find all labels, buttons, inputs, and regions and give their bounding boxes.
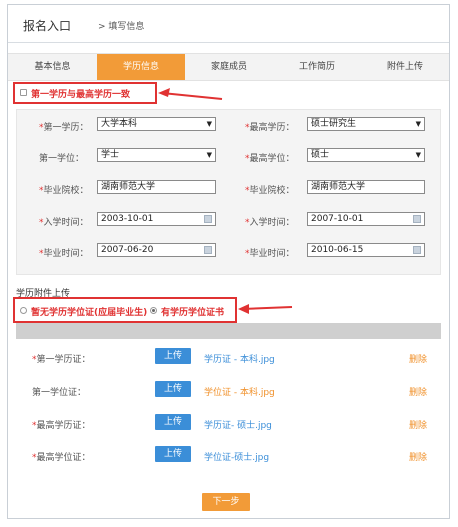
chevron-down-icon: ▼ <box>415 120 421 128</box>
highest-degree-select[interactable]: 硕士 ▼ <box>307 148 425 162</box>
upload-row-first-diploma: *第一学历证： 上传 学历证 - 本科.jpg 删除 <box>16 348 441 368</box>
attachment-header-bar <box>16 323 441 339</box>
upload-row-highest-diploma: *最高学历证： 上传 学历证- 硕士.jpg 删除 <box>16 414 441 434</box>
upload-button[interactable]: 上传 <box>155 446 191 462</box>
upload-row-first-degree: 第一学位证： 上传 学位证 - 本科.jpg 删除 <box>16 381 441 401</box>
first-degree-label: 第一学位： <box>39 154 85 164</box>
file-link[interactable]: 学位证 - 本科.jpg <box>204 385 275 398</box>
graduation-date-input-1[interactable]: 2007-06-20 <box>97 243 216 257</box>
same-degree-checkbox[interactable] <box>20 89 27 96</box>
chevron-down-icon: ▼ <box>206 120 212 128</box>
chevron-down-icon: ▼ <box>415 151 421 159</box>
first-education-label: *第一学历： <box>39 123 89 133</box>
delete-link[interactable]: 删除 <box>409 418 427 431</box>
application-form-frame: 报名入口 > 填写信息 基本信息 学历信息 家庭成员 工作简历 附件上传 第一学… <box>7 4 450 519</box>
upload-button[interactable]: 上传 <box>155 414 191 430</box>
delete-link[interactable]: 删除 <box>409 385 427 398</box>
breadcrumb-current: > 填写信息 <box>98 22 145 32</box>
tab-family-members[interactable]: 家庭成员 <box>185 54 273 80</box>
graduation-date-input-2[interactable]: 2010-06-15 <box>307 243 425 257</box>
enroll-date-input-2[interactable]: 2007-10-01 <box>307 212 425 226</box>
graduate-school-input-2[interactable]: 湖南师范大学 <box>307 180 425 194</box>
highest-degree-label: *最高学位： <box>245 154 295 164</box>
same-degree-label: 第一学历与最高学历一致 <box>31 90 131 100</box>
delete-link[interactable]: 删除 <box>409 352 427 365</box>
upload-label: 第一学位证： <box>32 388 87 398</box>
upload-label: *最高学位证： <box>32 453 91 463</box>
upload-label: *最高学历证： <box>32 421 91 431</box>
red-arrow-icon <box>238 304 293 314</box>
upload-row-highest-degree: *最高学位证： 上传 学位证-硕士.jpg 删除 <box>16 446 441 466</box>
tab-attachments[interactable]: 附件上传 <box>361 54 449 80</box>
file-link[interactable]: 学历证 - 本科.jpg <box>204 352 275 365</box>
next-step-button[interactable]: 下一步 <box>202 493 250 511</box>
calendar-icon[interactable] <box>413 215 421 223</box>
breadcrumb-root[interactable]: 报名入口 <box>23 17 71 34</box>
graduate-school-label-2: *毕业院校： <box>245 186 295 196</box>
calendar-icon[interactable] <box>204 246 212 254</box>
first-degree-select[interactable]: 学士 ▼ <box>97 148 216 162</box>
graduate-school-label-1: *毕业院校： <box>39 186 89 196</box>
graduate-school-input-1[interactable]: 湖南师范大学 <box>97 180 216 194</box>
red-arrow-icon <box>158 88 223 100</box>
calendar-icon[interactable] <box>204 215 212 223</box>
delete-link[interactable]: 删除 <box>409 450 427 463</box>
enroll-date-label-1: *入学时间： <box>39 218 89 228</box>
has-certificate-label: 有学历学位证书 <box>161 308 225 318</box>
upload-button[interactable]: 上传 <box>155 348 191 364</box>
upload-label: *第一学历证： <box>32 355 91 365</box>
no-certificate-label: 暂无学历学位证(应届毕业生) <box>31 308 148 318</box>
tab-basic-info[interactable]: 基本信息 <box>8 54 97 80</box>
graduation-date-label-2: *毕业时间： <box>245 249 295 259</box>
breadcrumb: 报名入口 > 填写信息 <box>8 5 449 43</box>
has-certificate-radio[interactable] <box>150 307 157 314</box>
graduation-date-label-1: *毕业时间： <box>39 249 89 259</box>
tab-education-info[interactable]: 学历信息 <box>97 54 185 80</box>
upload-button[interactable]: 上传 <box>155 381 191 397</box>
tab-bar: 基本信息 学历信息 家庭成员 工作简历 附件上传 <box>8 53 449 81</box>
chevron-down-icon: ▼ <box>206 151 212 159</box>
education-details-panel: *第一学历： 大学本科 ▼ *最高学历： 硕士研究生 ▼ 第一学位： 学士 ▼ *最高… <box>16 109 441 275</box>
first-education-select[interactable]: 大学本科 ▼ <box>97 117 216 131</box>
highest-education-label: *最高学历： <box>245 123 295 133</box>
highest-education-select[interactable]: 硕士研究生 ▼ <box>307 117 425 131</box>
tab-work-history[interactable]: 工作简历 <box>273 54 361 80</box>
calendar-icon[interactable] <box>413 246 421 254</box>
enroll-date-input-1[interactable]: 2003-10-01 <box>97 212 216 226</box>
file-link[interactable]: 学历证- 硕士.jpg <box>204 418 272 431</box>
no-certificate-radio[interactable] <box>20 307 27 314</box>
enroll-date-label-2: *入学时间： <box>245 218 295 228</box>
file-link[interactable]: 学位证-硕士.jpg <box>204 450 269 463</box>
